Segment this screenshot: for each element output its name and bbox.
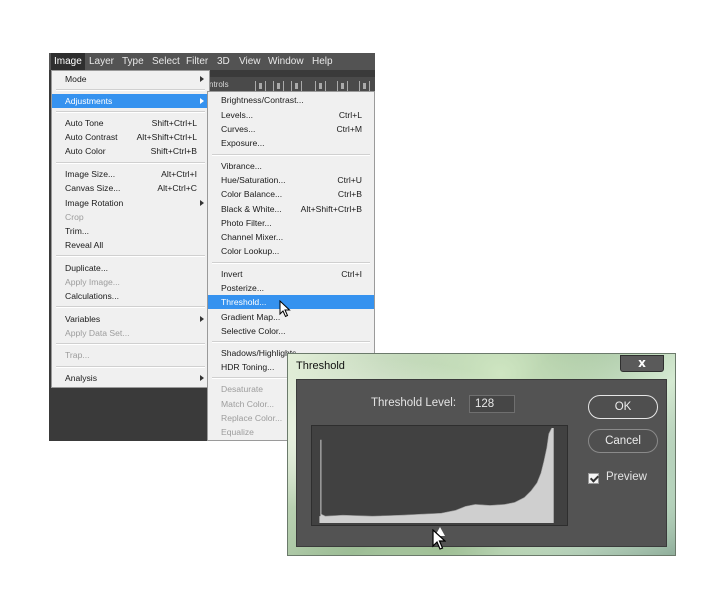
menu-item-posterize[interactable]: Posterize...	[208, 281, 374, 295]
menu-item-brightness-contrast[interactable]: Brightness/Contrast...	[208, 93, 374, 107]
histogram-fill	[319, 427, 554, 524]
menu-view[interactable]: View	[239, 53, 261, 70]
menu-item-image-size[interactable]: Image Size... Alt+Ctrl+I	[52, 167, 209, 181]
menu-item-auto-color[interactable]: Auto Color Shift+Ctrl+B	[52, 144, 209, 158]
menu-item-apply-image: Apply Image...	[65, 277, 120, 287]
menu-item-auto-tone[interactable]: Auto Tone Shift+Ctrl+L	[52, 116, 209, 130]
menu-divider	[56, 89, 205, 91]
menu-item-curves[interactable]: Curves... Ctrl+M	[208, 122, 374, 136]
menu-filter[interactable]: Filter	[186, 53, 208, 70]
menu-item-mode[interactable]: Mode	[52, 72, 209, 86]
menu-divider	[56, 111, 205, 113]
mouse-pointer-icon	[432, 529, 446, 550]
align-left-icon[interactable]	[255, 81, 266, 91]
menu-item-image-rotation[interactable]: Image Rotation	[52, 196, 209, 210]
menu-item-reveal-all[interactable]: Reveal All	[52, 238, 209, 252]
menu-divider	[212, 341, 370, 343]
menu-divider	[56, 343, 205, 345]
menu-item-adjustments[interactable]: Adjustments	[52, 94, 209, 108]
menu-window[interactable]: Window	[268, 53, 304, 70]
menu-item-levels[interactable]: Levels... Ctrl+L	[208, 108, 374, 122]
histogram	[311, 425, 568, 526]
close-button[interactable]: x	[620, 355, 664, 372]
menu-item-color-lookup[interactable]: Color Lookup...	[208, 244, 374, 258]
menu-item-black-white[interactable]: Black & White... Alt+Shift+Ctrl+B	[208, 202, 374, 216]
menu-item-vibrance[interactable]: Vibrance...	[208, 159, 374, 173]
menu-item-threshold[interactable]: Threshold...	[208, 295, 374, 309]
submenu-arrow-icon	[200, 316, 204, 322]
dialog-title: Threshold	[296, 360, 345, 372]
dialog-body: Threshold Level: 128 OK Cancel Preview	[296, 379, 667, 547]
menu-item-crop: Crop	[65, 212, 84, 222]
menu-type[interactable]: Type	[122, 53, 144, 70]
submenu-arrow-icon	[200, 375, 204, 381]
menu-divider	[56, 366, 205, 368]
menu-divider	[212, 154, 370, 156]
threshold-level-input[interactable]: 128	[469, 395, 515, 413]
menu-divider	[56, 162, 205, 164]
menu-item-canvas-size[interactable]: Canvas Size... Alt+Ctrl+C	[52, 181, 209, 195]
menu-item-variables[interactable]: Variables	[52, 312, 209, 326]
menu-item-exposure[interactable]: Exposure...	[208, 136, 374, 150]
menu-bar: Image Layer Type Select Filter 3D View W…	[49, 53, 375, 70]
menu-item-analysis[interactable]: Analysis	[52, 371, 209, 385]
menu-help[interactable]: Help	[312, 53, 333, 70]
submenu-arrow-icon	[200, 200, 204, 206]
menu-item-color-balance[interactable]: Color Balance... Ctrl+B	[208, 187, 374, 201]
mouse-pointer-icon	[279, 300, 291, 318]
menu-item-calculations[interactable]: Calculations...	[52, 289, 209, 303]
threshold-dialog: Threshold x Threshold Level: 128 OK Canc…	[287, 353, 676, 556]
menu-item-invert[interactable]: Invert Ctrl+I	[208, 267, 374, 281]
menu-divider	[56, 306, 205, 308]
menu-item-hue-saturation[interactable]: Hue/Saturation... Ctrl+U	[208, 173, 374, 187]
menu-item-apply-data-set: Apply Data Set...	[65, 328, 130, 338]
ok-button[interactable]: OK	[588, 395, 658, 419]
menu-item-channel-mixer[interactable]: Channel Mixer...	[208, 230, 374, 244]
distribute-middle-icon[interactable]	[337, 81, 348, 91]
close-icon: x	[638, 356, 646, 370]
menu-divider	[56, 255, 205, 257]
image-menu: Mode Adjustments Auto Tone Shift+Ctrl+L A…	[51, 70, 210, 388]
submenu-arrow-icon	[200, 98, 204, 104]
menu-layer[interactable]: Layer	[89, 53, 114, 70]
align-center-icon[interactable]	[273, 81, 284, 91]
align-right-icon[interactable]	[291, 81, 302, 91]
options-bar-label: ntrols	[209, 80, 229, 89]
menu-select[interactable]: Select	[152, 53, 180, 70]
menu-item-gradient-map[interactable]: Gradient Map...	[208, 310, 374, 324]
menu-image[interactable]: Image	[51, 53, 85, 70]
menu-item-trim[interactable]: Trim...	[52, 224, 209, 238]
distribute-bottom-icon[interactable]	[359, 81, 370, 91]
distribute-top-icon[interactable]	[315, 81, 326, 91]
menu-3d[interactable]: 3D	[217, 53, 230, 70]
preview-checkbox[interactable]	[588, 473, 599, 484]
preview-label: Preview	[606, 471, 647, 483]
submenu-arrow-icon	[200, 76, 204, 82]
threshold-level-label: Threshold Level:	[371, 397, 457, 409]
menu-item-duplicate[interactable]: Duplicate...	[52, 261, 209, 275]
menu-item-auto-contrast[interactable]: Auto Contrast Alt+Shift+Ctrl+L	[52, 130, 209, 144]
menu-item-trap: Trap...	[65, 350, 90, 360]
menu-item-selective-color[interactable]: Selective Color...	[208, 324, 374, 338]
cancel-button[interactable]: Cancel	[588, 429, 658, 453]
menu-item-photo-filter[interactable]: Photo Filter...	[208, 216, 374, 230]
menu-divider	[212, 262, 370, 264]
